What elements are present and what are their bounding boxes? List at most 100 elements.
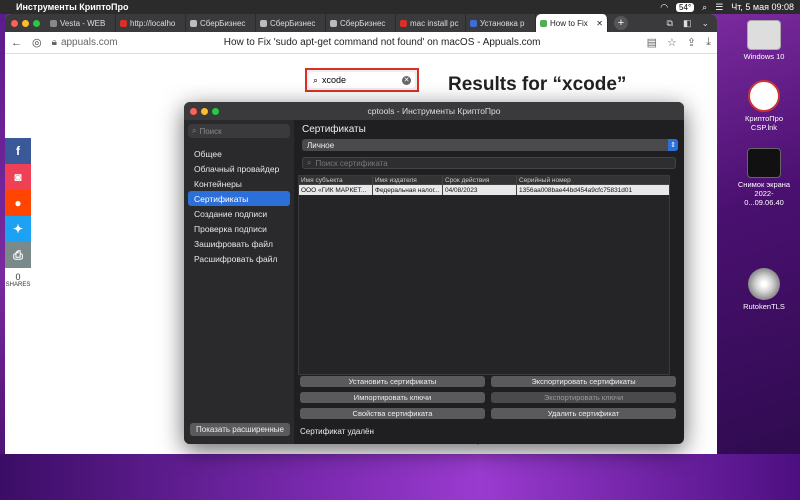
sidebar-item-general[interactable]: Общее xyxy=(188,146,290,161)
favicon-icon xyxy=(470,19,477,27)
lock-icon: 🔒︎ xyxy=(51,37,57,48)
cptools-titlebar: cptools - Инструменты КриптоПро xyxy=(184,102,684,120)
desktop-icon-screenshot[interactable]: Снимок экрана 2022-0...09.06.40 xyxy=(736,148,792,207)
desktop-bottom xyxy=(0,454,800,500)
desktop-icon-rutokentls[interactable]: RutokenTLS xyxy=(736,268,792,311)
sidebar-search-input[interactable]: ⌕ Поиск xyxy=(188,124,290,138)
export-keys-button[interactable]: Экспортировать ключи xyxy=(491,392,676,403)
favicon-icon xyxy=(50,19,57,27)
control-center-icon[interactable]: ☰ xyxy=(715,2,723,13)
pocket-icon[interactable]: ◙ xyxy=(5,164,31,190)
favicon-icon xyxy=(190,19,197,27)
status-message: Сертификат удалён xyxy=(300,427,374,436)
cert-search-input[interactable]: ⌕ Поиск сертификата xyxy=(302,157,676,169)
install-certificates-button[interactable]: Установить сертификаты xyxy=(300,376,485,387)
table-row[interactable]: ООО «ГИК МАРКЕТ... Федеральная налог... … xyxy=(299,185,669,195)
certificate-properties-button[interactable]: Свойства сертификата xyxy=(300,408,485,419)
favicon-icon xyxy=(260,19,267,27)
favicon-icon xyxy=(540,19,547,27)
back-icon[interactable]: ← xyxy=(11,37,22,49)
tab-ustanovka[interactable]: Установка p xyxy=(466,14,536,32)
tab-mac-install[interactable]: mac install pc xyxy=(396,14,466,32)
sidebar-item-certificates[interactable]: Сертификаты xyxy=(188,191,290,206)
cell-serial: 1356aa008bae44bd454a9cfc75831d01 xyxy=(519,186,633,194)
search-highlight-box: ⌕ xcode ✕ xyxy=(305,68,419,92)
cptools-window-title: cptools - Инструменты КриптоПро xyxy=(367,106,501,116)
wifi-icon[interactable]: ◠ xyxy=(660,2,668,13)
share-icon[interactable]: ⇪ xyxy=(687,36,696,49)
window-controls xyxy=(5,14,46,32)
search-icon: ⌕ xyxy=(313,74,319,85)
new-tab-button[interactable]: + xyxy=(614,16,628,30)
clear-icon[interactable]: ✕ xyxy=(402,75,411,85)
extensions-icon[interactable]: ⧉ xyxy=(667,18,673,29)
chevron-updown-icon: ⇕ xyxy=(668,139,678,151)
sidebar-item-containers[interactable]: Контейнеры xyxy=(188,176,290,191)
tab-vesta[interactable]: Vesta - WEB xyxy=(46,14,116,32)
shares-counter: 0 SHARES xyxy=(5,272,31,288)
menubar-app-name[interactable]: Инструменты КриптоПро xyxy=(16,2,129,12)
menubar: Инструменты КриптоПро ◠ 54° ⌕ ☰ Чт, 5 ма… xyxy=(0,0,800,14)
minimize-window-button[interactable] xyxy=(22,19,29,27)
download-icon[interactable]: ⤓ xyxy=(706,36,711,49)
show-extended-button[interactable]: Показать расширенные xyxy=(190,423,290,436)
delete-certificate-button[interactable]: Удалить сертификат xyxy=(491,408,676,419)
screenshot-thumbnail-icon xyxy=(747,148,781,178)
social-share-bar: f ◙ ● ✦ ⎙ 0 SHARES xyxy=(5,138,31,288)
sidebar-item-decrypt-file[interactable]: Расшифровать файл xyxy=(188,251,290,266)
column-header-validity[interactable]: Срок действия xyxy=(443,176,517,184)
tab-sberbusiness-3[interactable]: СберБизнес xyxy=(326,14,396,32)
store-select[interactable]: Личное ⇕ xyxy=(302,139,678,151)
print-icon[interactable]: ⎙ xyxy=(5,242,31,268)
tab-sberbusiness-1[interactable]: СберБизнес xyxy=(186,14,256,32)
sidebar-item-cloud-provider[interactable]: Облачный провайдер xyxy=(188,161,290,176)
tab-bar: Vesta - WEB http://localho СберБизнес Сб… xyxy=(5,14,717,32)
results-heading: Results for “xcode” xyxy=(448,74,627,95)
parallels-vm-icon xyxy=(747,20,781,50)
certificates-table: Имя субъекта Имя издателя Срок действия … xyxy=(298,175,670,375)
close-window-button[interactable] xyxy=(11,19,18,27)
cptools-main: Сертификаты Личное ⇕ ⌕ Поиск сертификата… xyxy=(298,120,678,444)
section-heading: Сертификаты xyxy=(302,124,366,135)
sidebar-item-encrypt-file[interactable]: Зашифровать файл xyxy=(188,236,290,251)
cell-subject: ООО «ГИК МАРКЕТ... xyxy=(299,185,373,195)
close-tab-icon[interactable]: ✕ xyxy=(596,19,603,28)
tab-localhost[interactable]: http://localho xyxy=(116,14,186,32)
desktop-icon-windows10[interactable]: Windows 10 xyxy=(736,20,792,61)
tab-sberbusiness-2[interactable]: СберБизнес xyxy=(256,14,326,32)
bookmark-icon[interactable]: ☆ xyxy=(667,36,677,49)
tab-how-to-fix[interactable]: How to Fix ✕ xyxy=(536,14,608,32)
shield-icon[interactable]: ◎ xyxy=(32,36,42,49)
column-header-subject[interactable]: Имя субъекта xyxy=(299,176,373,184)
desktop-icon-cryptopro[interactable]: КриптоПро CSP.lnk xyxy=(736,80,792,132)
menubar-datetime[interactable]: Чт, 5 мая 09:08 xyxy=(731,2,794,12)
address-bar: ← ◎ 🔒︎ appuals.com How to Fix 'sudo apt-g… xyxy=(5,32,717,54)
search-icon: ⌕ xyxy=(192,126,197,135)
search-icon[interactable]: ⌕ xyxy=(702,2,707,13)
sidebar-item-create-signature[interactable]: Создание подписи xyxy=(188,206,290,221)
cell-issuer: Федеральная налог... xyxy=(373,185,443,195)
export-certificates-button[interactable]: Экспортировать сертификаты xyxy=(491,376,676,387)
search-input[interactable]: ⌕ xcode ✕ xyxy=(309,72,415,88)
reddit-icon[interactable]: ● xyxy=(5,190,31,216)
sidebar-icon[interactable]: ◧ xyxy=(683,18,692,29)
cptools-window: cptools - Инструменты КриптоПро ⌕ Поиск … xyxy=(184,102,684,444)
column-header-issuer[interactable]: Имя издателя xyxy=(373,176,443,184)
column-header-serial[interactable]: Серийный номер xyxy=(517,176,669,184)
cptools-sidebar: ⌕ Поиск Общее Облачный провайдер Контейн… xyxy=(184,120,294,444)
twitter-icon[interactable]: ✦ xyxy=(5,216,31,242)
chevron-down-icon[interactable]: ⌄ xyxy=(701,18,709,29)
disc-icon xyxy=(748,268,780,300)
tabbar-tools: ⧉ ◧ ⌄ xyxy=(667,14,718,32)
battery-badge[interactable]: 54° xyxy=(676,2,695,12)
zoom-window-button[interactable] xyxy=(33,19,40,27)
import-keys-button[interactable]: Импортировать ключи xyxy=(300,392,485,403)
cell-validity: 04/08/2023 xyxy=(443,185,517,195)
page-title: How to Fix 'sudo apt-get command not fou… xyxy=(223,37,541,48)
menubar-status-area: ◠ 54° ⌕ ☰ Чт, 5 мая 09:08 xyxy=(660,2,794,13)
url-field[interactable]: 🔒︎ appuals.com xyxy=(52,37,118,48)
reader-icon[interactable]: ▤ xyxy=(647,36,657,49)
favicon-icon xyxy=(120,19,127,27)
sidebar-item-verify-signature[interactable]: Проверка подписи xyxy=(188,221,290,236)
facebook-icon[interactable]: f xyxy=(5,138,31,164)
